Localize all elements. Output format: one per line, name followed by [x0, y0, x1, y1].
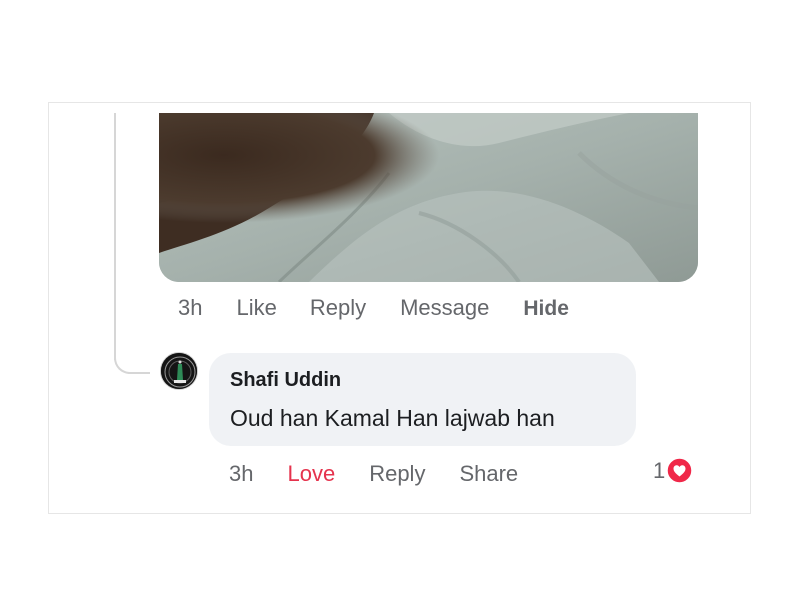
comment-thread-view: 3h Like Reply Message Hide Shafi Uddin O… [0, 0, 800, 600]
comment-attached-photo[interactable] [159, 113, 698, 282]
like-button[interactable]: Like [236, 295, 276, 321]
comment-bubble: Shafi Uddin Oud han Kamal Han lajwab han [209, 353, 636, 446]
heart-icon [666, 457, 693, 484]
reply-button[interactable]: Reply [310, 295, 366, 321]
thread-connector-line [114, 113, 116, 360]
comment-author-name[interactable]: Shafi Uddin [230, 367, 636, 393]
reply-button[interactable]: Reply [369, 461, 425, 487]
message-button[interactable]: Message [400, 295, 489, 321]
hide-button[interactable]: Hide [523, 297, 569, 321]
reply-comment-actions: 3h Love Reply Share [229, 461, 518, 487]
comment-timestamp[interactable]: 3h [178, 295, 202, 321]
love-reaction-button[interactable]: Love [287, 461, 335, 487]
comment-timestamp[interactable]: 3h [229, 461, 253, 487]
avatar[interactable] [160, 352, 198, 390]
photo-content [159, 113, 698, 282]
previous-comment-actions: 3h Like Reply Message Hide [178, 295, 569, 321]
reaction-count: 1 [653, 457, 666, 483]
comment-text: Oud han Kamal Han lajwab han [230, 405, 555, 431]
share-button[interactable]: Share [459, 461, 518, 487]
love-reaction-icon [666, 457, 694, 484]
thread-connector-curve [114, 340, 150, 374]
reaction-summary[interactable]: 1 [653, 457, 694, 484]
